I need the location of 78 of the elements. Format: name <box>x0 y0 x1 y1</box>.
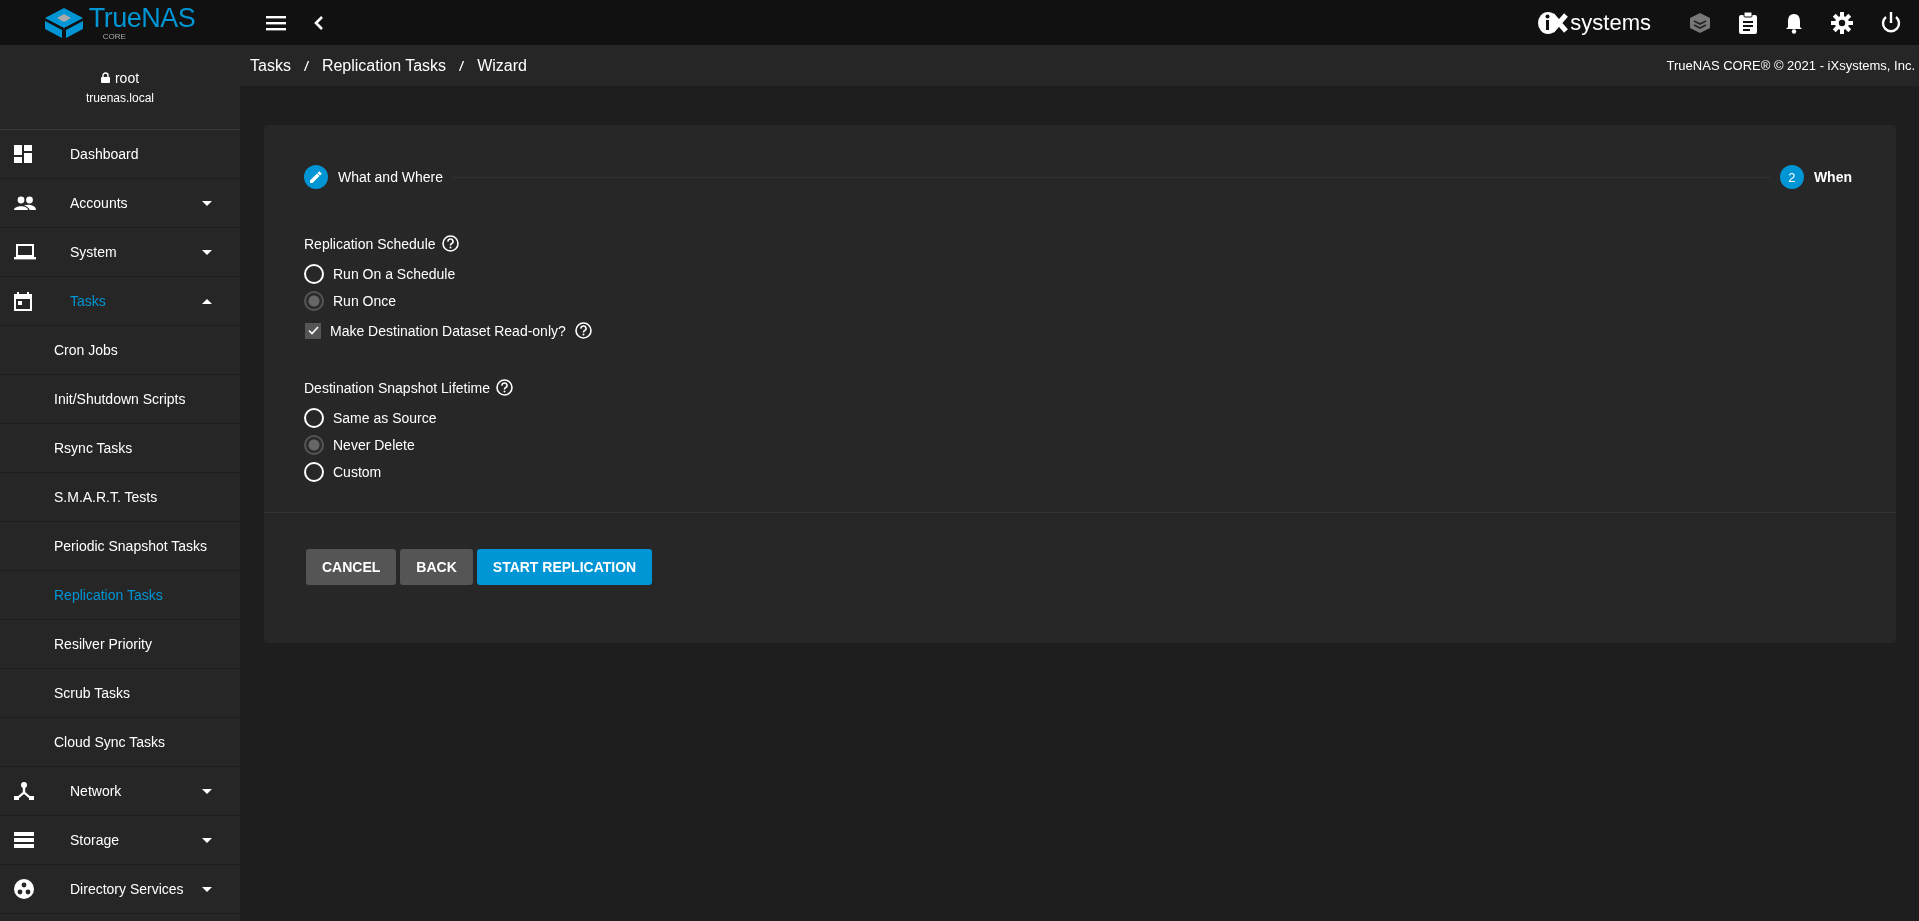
help-icon[interactable] <box>574 322 592 339</box>
radio-option[interactable]: Run Once <box>304 287 1856 314</box>
radio-label: Run Once <box>333 292 397 309</box>
radio-label: Custom <box>333 463 382 480</box>
wizard-step[interactable]: What and Where <box>304 165 444 189</box>
sidebar-item-label: Accounts <box>70 195 129 211</box>
wizard-button[interactable]: BACK <box>400 549 473 585</box>
sidebar-item[interactable]: Network <box>0 767 240 816</box>
checkbox[interactable] <box>305 322 321 339</box>
circle-dots-icon <box>14 879 34 899</box>
section-title: Replication Schedule <box>304 235 436 252</box>
layers-icon[interactable] <box>1689 11 1711 34</box>
sidebar-item-label: Storage <box>70 832 121 848</box>
sidebar-item[interactable]: Accounts <box>0 179 240 228</box>
menu-icon[interactable] <box>266 14 286 31</box>
radio-option[interactable]: Same as Source <box>304 404 1856 431</box>
sidebar-subitem[interactable]: Cloud Sync Tasks <box>0 718 240 767</box>
radio-button[interactable] <box>304 290 324 311</box>
logo-icon <box>44 7 83 38</box>
sidebar-subitem[interactable]: Cron Jobs <box>0 326 240 375</box>
radio-label: Run On a Schedule <box>333 265 456 282</box>
step-label: What and Where <box>338 169 444 185</box>
sidebar-subitem[interactable]: Periodic Snapshot Tasks <box>0 522 240 571</box>
logo-text: TrueNAS <box>88 4 196 32</box>
sidebar-item-label: Tasks <box>70 293 107 309</box>
calendar-icon <box>14 291 32 311</box>
checkbox-label: Make Destination Dataset Read-only? <box>330 322 566 339</box>
breadcrumb-link[interactable]: Replication Tasks <box>321 56 447 75</box>
sidebar-subitem[interactable]: Resilver Priority <box>0 620 240 669</box>
copyright-text: TrueNAS CORE® © 2021 - iXsystems, Inc. <box>1666 58 1915 73</box>
notifications-icon[interactable] <box>1785 11 1803 34</box>
sidebar-subitem[interactable]: Scrub Tasks <box>0 669 240 718</box>
sidebar-item[interactable]: Dashboard <box>0 130 240 179</box>
lock-icon <box>100 72 110 83</box>
people-icon <box>14 196 36 210</box>
dashboard-icon <box>14 145 32 163</box>
sidebar-subitem[interactable]: Replication Tasks <box>0 571 240 620</box>
breadcrumb-link[interactable]: Tasks <box>250 56 291 75</box>
hostname: truenas.local <box>85 90 154 105</box>
sidebar-item[interactable]: Tasks <box>0 277 240 326</box>
radio-option[interactable]: Run On a Schedule <box>304 260 1856 287</box>
laptop-icon <box>14 244 36 260</box>
wizard-step[interactable]: 2 When <box>1779 165 1852 189</box>
sidebar-item-label: System <box>70 244 118 260</box>
logo-edition: CORE <box>102 32 127 41</box>
radio-option[interactable]: Never Delete <box>304 431 1856 458</box>
breadcrumb-link[interactable]: Wizard <box>477 56 527 75</box>
sidebar-item[interactable]: System <box>0 228 240 277</box>
help-icon[interactable] <box>496 379 513 396</box>
clipboard-icon[interactable] <box>1739 11 1757 34</box>
radio-option[interactable]: Custom <box>304 458 1856 485</box>
chevron-left-icon[interactable] <box>314 15 324 30</box>
radio-button[interactable] <box>304 434 324 455</box>
sidebar-item-label: Network <box>70 783 123 799</box>
vendor-logo-icon <box>1538 10 1569 35</box>
sidebar-item[interactable]: Directory Services <box>0 865 240 914</box>
step-label: When <box>1813 169 1852 185</box>
edit-step-icon <box>304 165 328 189</box>
breadcrumb-separator <box>459 60 465 71</box>
power-icon[interactable] <box>1881 11 1901 34</box>
wizard-button[interactable]: CANCEL <box>306 549 397 585</box>
sidebar-subitem[interactable]: S.M.A.R.T. Tests <box>0 473 240 522</box>
section-title: Destination Snapshot Lifetime <box>304 379 490 396</box>
sidebar-subitem[interactable]: Rsync Tasks <box>0 424 240 473</box>
storage-icon <box>14 832 34 848</box>
radio-label: Same as Source <box>333 409 437 426</box>
breadcrumb-separator <box>303 60 309 71</box>
vendor-logo-text: systems <box>1570 9 1651 36</box>
settings-icon[interactable] <box>1831 11 1853 34</box>
sidebar-subitem[interactable]: Init/Shutdown Scripts <box>0 375 240 424</box>
sidebar-item[interactable]: Storage <box>0 816 240 865</box>
network-icon <box>14 782 34 800</box>
help-icon[interactable] <box>441 235 459 252</box>
step-number: 2 <box>1779 165 1804 189</box>
sidebar-item-label: Directory Services <box>70 881 185 897</box>
username: root <box>114 69 140 86</box>
sidebar-item-label: Dashboard <box>70 146 140 162</box>
radio-label: Never Delete <box>333 436 415 453</box>
